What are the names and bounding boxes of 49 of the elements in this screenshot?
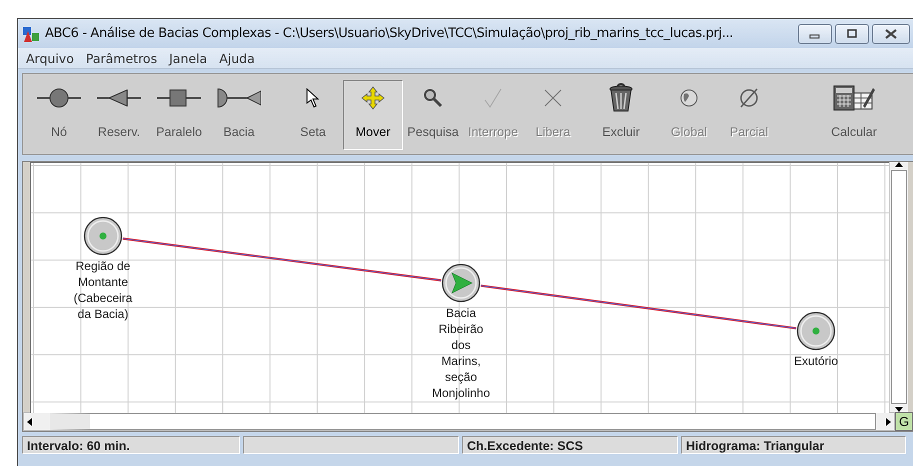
empty-set-icon (738, 87, 760, 109)
cross-icon (543, 88, 563, 108)
calculator-icon (833, 84, 875, 112)
node-label: Exutório (794, 353, 838, 369)
vertical-scrollbar[interactable] (889, 162, 908, 412)
pointer-icon (306, 88, 320, 108)
window-title: ABC6 - Análise de Bacias Complexas - C:\Users\Usuario\SkyDrive\TCC\Simulação\proj_rib_marins_tcc_lucas.prj... (45, 26, 734, 41)
tool-button[interactable]: Calcular (819, 80, 889, 150)
triangle-icon (97, 87, 141, 109)
tool-button[interactable]: Bacia (209, 80, 269, 150)
app-icon (22, 24, 40, 42)
close-icon (884, 28, 898, 38)
status-panel: Hidrograma: Triangular (681, 436, 906, 454)
tool-button[interactable]: Seta (283, 80, 343, 150)
g-button[interactable]: G (895, 412, 913, 431)
move-icon (361, 86, 385, 110)
menu-item[interactable]: Ajuda (219, 50, 255, 66)
square-icon (157, 87, 201, 109)
close-button[interactable] (872, 24, 910, 44)
tool-button[interactable]: Pesquisa (403, 80, 463, 150)
maximize-icon (846, 28, 858, 38)
menu-item[interactable]: Arquivo (26, 50, 74, 66)
globe-icon (679, 88, 699, 108)
node-label: Região de Montante (Cabeceira da Bacia) (74, 258, 132, 322)
tool-button[interactable]: Excluir (591, 80, 651, 150)
status-panel: Intervalo: 60 min. (22, 436, 240, 454)
maximize-button[interactable] (835, 24, 869, 44)
basin-link-icon (217, 87, 261, 109)
scroll-down-arrow-icon[interactable] (895, 407, 903, 412)
scroll-left-arrow-icon[interactable] (27, 418, 32, 426)
tool-button[interactable]: Mover (343, 80, 403, 150)
horizontal-scrollbar[interactable] (23, 412, 895, 431)
node-label: Bacia Ribeirão dos Marins, seção Monjolinho (432, 305, 490, 401)
tool-button[interactable]: Nó (29, 80, 89, 150)
menu-item[interactable]: Janela (169, 50, 208, 66)
tool-button[interactable]: Paralelo (149, 80, 209, 150)
minimize-button[interactable] (798, 24, 832, 44)
check-icon (483, 87, 503, 109)
search-icon (423, 88, 443, 108)
node-icon[interactable] (796, 311, 836, 351)
trash-icon (609, 83, 633, 113)
scroll-up-arrow-icon[interactable] (895, 162, 903, 167)
menu-item[interactable]: Parâmetros (86, 50, 158, 66)
tool-button[interactable]: Reserv. (89, 80, 149, 150)
node-icon[interactable] (83, 216, 123, 256)
scroll-right-arrow-icon[interactable] (886, 418, 891, 426)
status-panel: Ch.Excedente: SCS (462, 436, 678, 454)
basin-node-icon[interactable] (441, 263, 481, 303)
node-icon (37, 87, 81, 109)
